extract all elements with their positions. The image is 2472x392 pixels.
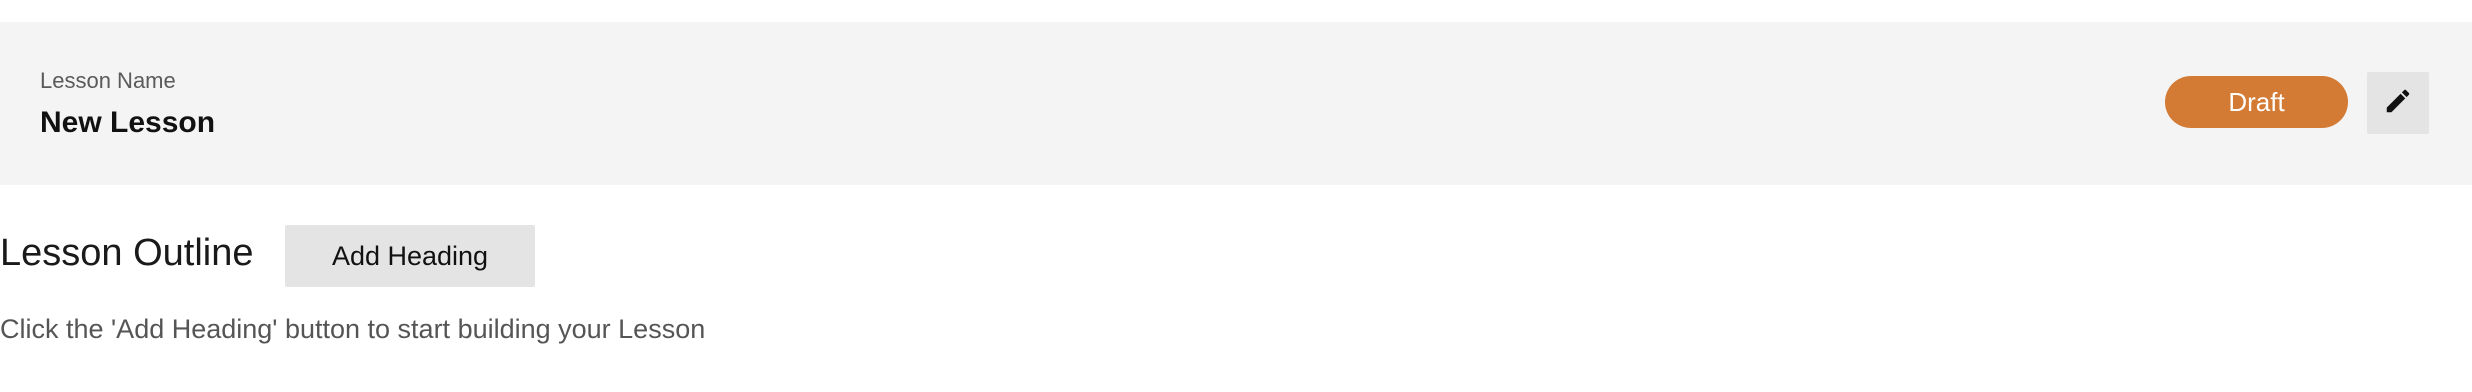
edit-lesson-button[interactable] — [2367, 72, 2429, 134]
add-heading-button[interactable]: Add Heading — [285, 225, 535, 287]
lesson-name-value: New Lesson — [40, 106, 216, 139]
lesson-outline-title: Lesson Outline — [0, 232, 254, 274]
lesson-name-label: Lesson Name — [40, 68, 176, 93]
pencil-icon — [2383, 86, 2413, 121]
empty-outline-hint: Click the 'Add Heading' button to start … — [0, 314, 706, 344]
status-badge: Draft — [2165, 76, 2348, 128]
lesson-header: Lesson Name New Lesson Draft — [0, 22, 2472, 185]
